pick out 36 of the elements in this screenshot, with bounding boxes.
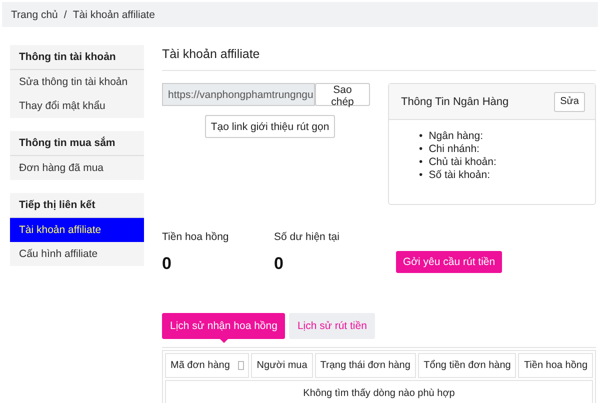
sidebar-item[interactable]: Sửa thông tin tài khoản [10, 70, 144, 94]
bullet: • [419, 143, 423, 156]
bullet: • [419, 130, 423, 143]
empty-table-message: Không tìm thấy dòng nào phù hợp [165, 380, 593, 403]
column-header[interactable]: Mã đơn hàng [165, 353, 250, 378]
breadcrumb-separator: / [64, 8, 67, 20]
sidebar-item[interactable]: Cấu hình affiliate [10, 242, 144, 266]
sidebar-item[interactable]: Đơn hàng đã mua [10, 156, 144, 180]
stat-value: 0 [162, 254, 172, 274]
sidebar-item[interactable]: Thay đổi mật khẩu [10, 94, 144, 118]
referral-link-field[interactable]: https://vanphongphamtrungngu [162, 83, 315, 106]
bank-field-label: Ngân hàng: [428, 130, 483, 143]
stat-value: 0 [274, 254, 284, 274]
card-title: Thông Tin Ngân Hàng [401, 96, 509, 108]
withdraw-request-button[interactable]: Gởi yêu cầu rút tiền [396, 251, 502, 273]
breadcrumb-link[interactable]: Trang chủ [11, 8, 58, 20]
shorten-link-button[interactable]: Tạo link giới thiệu rút gọn [204, 115, 336, 138]
breadcrumb-link[interactable]: Tài khoản affiliate [72, 8, 155, 20]
column-header[interactable]: Tiền hoa hồng [518, 353, 593, 378]
page-title: Tài khoản affiliate [162, 45, 596, 71]
sidebar-heading: Thông tin mua sắm [10, 131, 144, 156]
bank-field-label: Chi nhánh: [428, 143, 480, 156]
bullet: • [419, 169, 423, 182]
stat-label: Tiền hoa hồng [162, 231, 230, 243]
stat-label: Số dư hiện tại [274, 231, 340, 243]
bank-field-label: Chủ tài khoản: [428, 156, 496, 169]
column-header[interactable]: Trạng thái đơn hàng [314, 353, 416, 378]
bank-field-label: Số tài khoản: [428, 169, 490, 182]
sidebar-item[interactable]: Tài khoản affiliate [10, 218, 144, 242]
edit-button[interactable]: Sửa [554, 92, 585, 112]
column-header[interactable]: Tổng tiền đơn hàng [418, 353, 516, 378]
bullet: • [419, 156, 423, 169]
sort-icon[interactable] [238, 361, 244, 370]
sidebar-heading: Thông tin tài khoản [10, 45, 144, 70]
column-header[interactable]: Người mua [251, 353, 313, 378]
copy-button[interactable]: Sao chép [315, 83, 370, 106]
